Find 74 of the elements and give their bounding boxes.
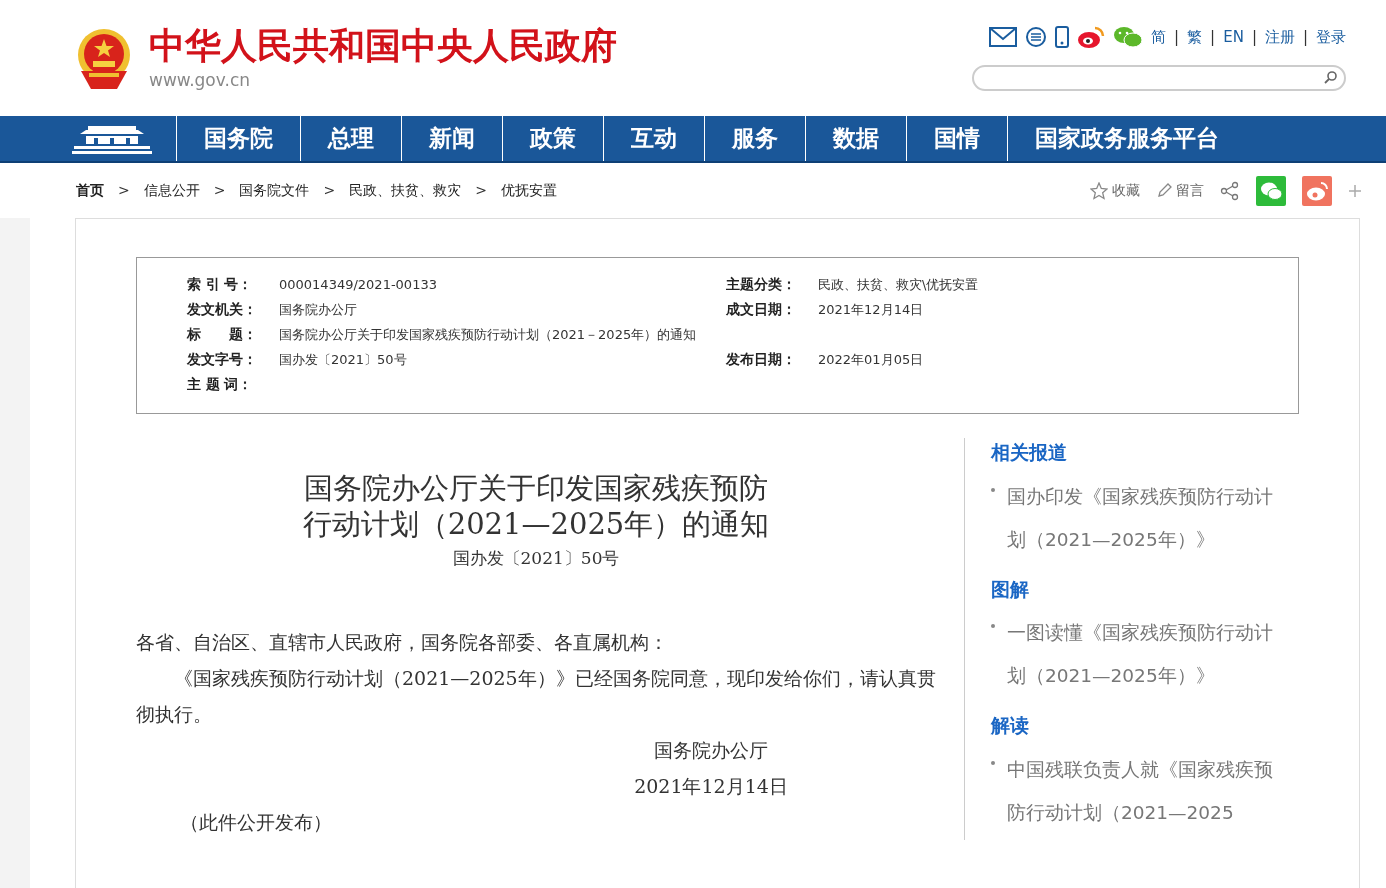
toolbar-link[interactable]: 收藏 — [1112, 180, 1140, 201]
weibo-icon[interactable] — [1302, 175, 1332, 206]
weibo-icon[interactable] — [1077, 25, 1106, 49]
header-link[interactable]: 注册 — [1264, 25, 1295, 49]
nav-link[interactable]: 政策 — [502, 116, 603, 161]
breadcrumb-separator: > — [213, 181, 226, 200]
salutation: 各省、自治区、直辖市人民政府，国务院各部委、各直属机构： — [136, 629, 669, 655]
meta-value: 2021年12月14日 — [818, 300, 924, 319]
meta-label: 主题分类： — [726, 275, 797, 295]
wechat-icon[interactable] — [1256, 175, 1286, 206]
meta-value: 国办发〔2021〕50号 — [279, 350, 407, 369]
header-link[interactable]: 登录 — [1316, 25, 1346, 49]
section-heading: 图解 — [991, 576, 1030, 602]
bullet-icon — [991, 624, 995, 628]
bullet-icon — [991, 487, 995, 492]
bullet-icon — [991, 760, 995, 765]
related-link[interactable]: 中国残联负责人就《国家残疾预防行动计划（2021—2025 — [1007, 747, 1276, 834]
meta-value: 000014349/2021-00133 — [279, 275, 437, 294]
mail-icon[interactable] — [989, 27, 1018, 47]
separator: | — [1174, 26, 1180, 48]
breadcrumb-separator: > — [475, 181, 487, 200]
meta-label: 发布日期： — [726, 350, 797, 370]
document-date: 2021年12月14日 — [634, 773, 788, 799]
section-heading: 解读 — [991, 713, 1030, 738]
site-url: www.gov.cn — [149, 71, 251, 89]
publication-note: （此件公开发布） — [179, 809, 333, 835]
star-icon[interactable] — [1090, 181, 1108, 200]
related-link[interactable]: 一图读懂《国家残疾预防行动计划（2021—2025年）》 — [1007, 611, 1276, 697]
meta-label: 成文日期： — [726, 300, 797, 320]
header-link[interactable]: EN — [1223, 25, 1244, 49]
nav-link[interactable]: 新闻 — [401, 116, 502, 161]
nav-link[interactable]: 总理 — [300, 116, 401, 161]
nav-link[interactable]: 服务 — [704, 116, 805, 161]
meta-value: 民政、扶贫、救灾\优抚安置 — [818, 275, 979, 294]
breadcrumb-link[interactable]: 民政、扶贫、救灾 — [349, 180, 462, 201]
pencil-icon[interactable] — [1156, 182, 1172, 199]
related-link[interactable]: 国办印发《国家残疾预防行动计划（2021—2025年）》 — [1007, 474, 1276, 561]
site-title: 中华人民共和国中央人民政府 — [149, 27, 617, 64]
meta-label: 主 题 词： — [187, 375, 254, 395]
separator: | — [1251, 26, 1257, 48]
meta-value: 国务院办公厅关于印发国家残疾预防行动计划（2021－2025年）的通知 — [279, 325, 697, 344]
breadcrumb-separator: > — [323, 181, 336, 200]
section-heading: 相关报道 — [991, 440, 1068, 465]
toolbar-link[interactable]: 留言 — [1176, 180, 1204, 201]
phone-icon[interactable] — [1055, 26, 1070, 48]
meta-label: 发文字号： — [187, 350, 258, 370]
nav-link[interactable]: 数据 — [805, 116, 906, 161]
meta-label: 索 引 号： — [187, 275, 254, 295]
header-link[interactable]: 繁 — [1187, 25, 1203, 49]
separator: | — [1210, 26, 1216, 48]
nav-link[interactable]: 国情 — [906, 116, 1007, 161]
meta-label: 发文机关： — [187, 300, 258, 320]
emblem-icon — [75, 27, 133, 89]
breadcrumb-link[interactable]: 优抚安置 — [500, 180, 557, 201]
article-title: 国务院办公厅关于印发国家残疾预防 行动计划（2021—2025年）的通知 — [302, 470, 770, 542]
breadcrumb-link[interactable]: 首页 — [76, 180, 104, 201]
document-number: 国办发〔2021〕50号 — [452, 547, 620, 570]
meta-value: 2022年01月05日 — [818, 350, 924, 369]
nav-link[interactable]: 国务院 — [176, 116, 300, 161]
separator: | — [1302, 26, 1308, 48]
header-link[interactable]: 简 — [1151, 25, 1167, 49]
share-icon[interactable] — [1220, 180, 1240, 201]
nav-link[interactable]: 互动 — [603, 116, 704, 161]
wechat-icon[interactable] — [1113, 25, 1144, 49]
signature: 国务院办公厅 — [654, 737, 768, 763]
breadcrumb-link[interactable]: 国务院文件 — [239, 180, 310, 201]
search-field[interactable] — [972, 65, 1346, 91]
body-paragraph: 《国家残疾预防行动计划（2021—2025年）》已经国务院同意，现印发给你们，请认真贯彻执行。 — [136, 665, 936, 727]
meta-value: 国务院办公厅 — [279, 300, 357, 319]
breadcrumb-link[interactable]: 信息公开 — [143, 180, 200, 201]
meta-label: 标 题： — [187, 325, 258, 345]
nav-link[interactable]: 国家政务服务平台 — [1007, 116, 1246, 161]
breadcrumb-separator: > — [118, 181, 130, 200]
message-icon[interactable] — [1025, 26, 1048, 48]
